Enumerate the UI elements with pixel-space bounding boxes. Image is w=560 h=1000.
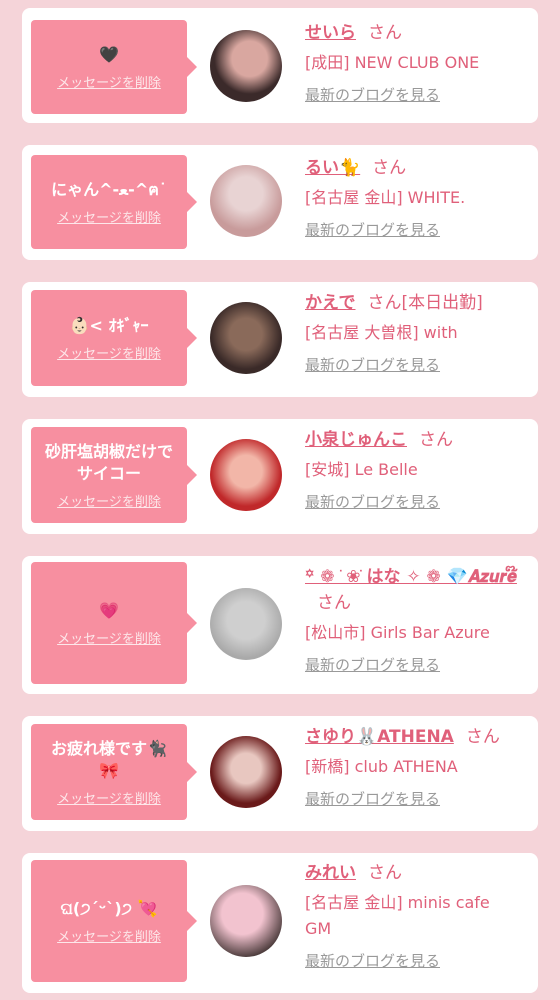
avatar[interactable] [210, 302, 282, 374]
avatar[interactable] [210, 439, 282, 511]
message-text: 砂肝塩胡椒だけで サイコー [44, 441, 173, 483]
message-bubble: 💗 メッセージを削除 [31, 562, 197, 684]
name-line: かえで さん[本日出勤] [305, 290, 524, 316]
delete-message-link[interactable]: メッセージを削除 [57, 72, 161, 91]
shop-name: [名古屋 金山] minis cafe GM [305, 893, 490, 938]
delete-message-link[interactable]: メッセージを削除 [57, 491, 161, 510]
blog-link[interactable]: 最新のブログを見る [305, 654, 440, 675]
profile-info: ꙳ ❁ ֹ ❀ ֹはな ✧ ❁ 💎𝑨𝒛𝒖𝒓𝒆໊ さん [松山市] Girls Ba… [305, 564, 524, 675]
name-line: さゆり🐰ATHENA さん [305, 724, 524, 750]
honorific: さん [368, 863, 402, 883]
list-item: お疲れ様です🐈‍⬛ 🎀 メッセージを削除 さゆり🐰ATHENA さん [新橋] c… [22, 716, 538, 831]
avatar[interactable] [210, 885, 282, 957]
honorific: さん [419, 430, 453, 450]
shop-name: [安城] Le Belle [305, 460, 418, 479]
profile-info: かえで さん[本日出勤] [名古屋 大曽根] with 最新のブログを見る [305, 290, 524, 375]
cast-name-link[interactable]: せいら [305, 23, 356, 43]
status-extra: [本日出勤] [401, 293, 483, 313]
name-line: みれい さん [305, 860, 524, 886]
list-item: 砂肝塩胡椒だけで サイコー メッセージを削除 小泉じゅんこ さん [安城] Le … [22, 419, 538, 534]
message-bubble: 👶🏻< ｵｷﾞｬｰ メッセージを削除 [31, 290, 197, 386]
honorific: さん [367, 293, 402, 313]
message-bubble: ଘ(੭ˊᵕˋ)੭ 💘 メッセージを削除 [31, 860, 197, 982]
message-text: 👶🏻< ｵｷﾞｬｰ [69, 315, 149, 335]
message-bubble: 🖤 メッセージを削除 [31, 20, 197, 114]
cast-name-link[interactable]: るい🐈 [305, 158, 360, 178]
profile-info: るい🐈 さん [名古屋 金山] WHITE. 最新のブログを見る [305, 155, 524, 240]
cast-name-link[interactable]: みれい [305, 863, 356, 883]
message-bubble: お疲れ様です🐈‍⬛ 🎀 メッセージを削除 [31, 724, 197, 820]
name-line: ꙳ ❁ ֹ ❀ ֹはな ✧ ❁ 💎𝑨𝒛𝒖𝒓𝒆໊ さん [305, 564, 524, 616]
shop-name: [成田] NEW CLUB ONE [305, 53, 480, 72]
message-bubble: 砂肝塩胡椒だけで サイコー メッセージを削除 [31, 427, 197, 523]
list-item: 💗 メッセージを削除 ꙳ ❁ ֹ ❀ ֹはな ✧ ❁ 💎𝑨𝒛𝒖𝒓𝒆໊ さん [松山… [22, 556, 538, 694]
delete-message-link[interactable]: メッセージを削除 [57, 343, 161, 362]
message-text: にゃん^-ﻌ-^ฅ˙ [51, 179, 167, 199]
blog-link[interactable]: 最新のブログを見る [305, 491, 440, 512]
name-line: るい🐈 さん [305, 155, 524, 181]
list-item: にゃん^-ﻌ-^ฅ˙ メッセージを削除 るい🐈 さん [名古屋 金山] WHITE… [22, 145, 538, 260]
blog-link[interactable]: 最新のブログを見る [305, 788, 440, 809]
blog-link[interactable]: 最新のブログを見る [305, 219, 440, 240]
favorite-list: 🖤 メッセージを削除 せいら さん [成田] NEW CLUB ONE 最新のブロ… [0, 0, 560, 1000]
blog-link[interactable]: 最新のブログを見る [305, 950, 440, 971]
delete-message-link[interactable]: メッセージを削除 [57, 926, 161, 945]
message-text: ଘ(੭ˊᵕˋ)੭ 💘 [60, 898, 158, 918]
shop-name: [松山市] Girls Bar Azure [305, 623, 490, 642]
list-item: ଘ(੭ˊᵕˋ)੭ 💘 メッセージを削除 みれい さん [名古屋 金山] minis… [22, 853, 538, 993]
shop-name: [名古屋 大曽根] with [305, 323, 458, 342]
name-line: 小泉じゅんこ さん [305, 427, 524, 453]
shop-name: [新橋] club ATHENA [305, 757, 458, 776]
honorific: さん [317, 593, 351, 613]
cast-name-link[interactable]: ꙳ ❁ ֹ ❀ ֹはな ✧ ❁ 💎𝑨𝒛𝒖𝒓𝒆໊ [305, 567, 517, 587]
delete-message-link[interactable]: メッセージを削除 [57, 207, 161, 226]
honorific: さん [372, 158, 407, 178]
list-item: 🖤 メッセージを削除 せいら さん [成田] NEW CLUB ONE 最新のブロ… [22, 8, 538, 123]
cast-name-link[interactable]: 小泉じゅんこ [305, 430, 407, 450]
delete-message-link[interactable]: メッセージを削除 [57, 788, 161, 807]
message-bubble: にゃん^-ﻌ-^ฅ˙ メッセージを削除 [31, 155, 197, 249]
avatar[interactable] [210, 165, 282, 237]
message-text: 💗 [99, 600, 119, 620]
avatar[interactable] [210, 588, 282, 660]
profile-info: せいら さん [成田] NEW CLUB ONE 最新のブログを見る [305, 20, 524, 105]
delete-message-link[interactable]: メッセージを削除 [57, 628, 161, 647]
name-line: せいら さん [305, 20, 524, 46]
avatar[interactable] [210, 30, 282, 102]
cast-name-link[interactable]: さゆり🐰ATHENA [305, 727, 454, 747]
cast-name-link[interactable]: かえで [305, 293, 356, 313]
avatar[interactable] [210, 736, 282, 808]
profile-info: 小泉じゅんこ さん [安城] Le Belle 最新のブログを見る [305, 427, 524, 512]
list-item: 👶🏻< ｵｷﾞｬｰ メッセージを削除 かえで さん[本日出勤] [名古屋 大曽根]… [22, 282, 538, 397]
blog-link[interactable]: 最新のブログを見る [305, 354, 440, 375]
blog-link[interactable]: 最新のブログを見る [305, 84, 440, 105]
message-text: お疲れ様です🐈‍⬛ 🎀 [51, 738, 167, 780]
honorific: さん [368, 23, 402, 43]
profile-info: さゆり🐰ATHENA さん [新橋] club ATHENA 最新のブログを見る [305, 724, 524, 809]
message-text: 🖤 [99, 44, 119, 64]
shop-name: [名古屋 金山] WHITE. [305, 188, 466, 207]
honorific: さん [465, 727, 500, 747]
profile-info: みれい さん [名古屋 金山] minis cafe GM 最新のブログを見る [305, 860, 524, 971]
